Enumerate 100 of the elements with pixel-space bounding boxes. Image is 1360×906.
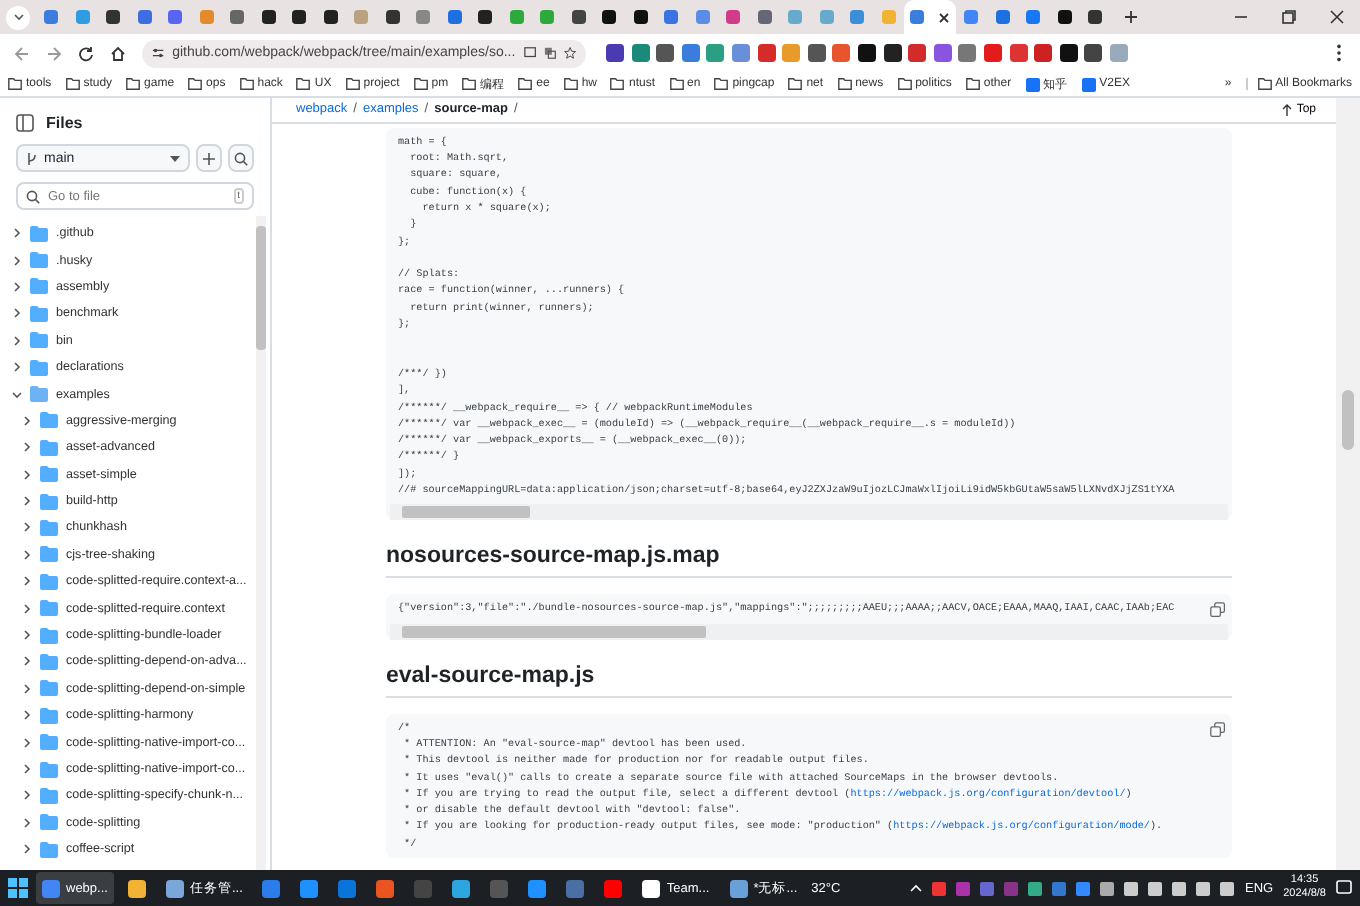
folder-icon — [30, 359, 48, 376]
folder-icon — [188, 78, 203, 90]
chevron-right-icon — [12, 281, 22, 292]
folder-icon — [714, 78, 729, 90]
section-heading: eval-source-map.js — [386, 651, 1232, 698]
caret-icon — [170, 155, 180, 161]
notification-icon[interactable] — [1336, 880, 1352, 896]
folder-icon — [40, 439, 58, 456]
folder-icon — [65, 78, 80, 90]
new-tab-button[interactable] — [1119, 5, 1143, 29]
section-heading: nosources-source-map.js.map — [386, 532, 1232, 579]
folder-icon — [610, 78, 625, 90]
translate-icon[interactable] — [543, 46, 556, 60]
page-scrollbar[interactable] — [1336, 98, 1360, 870]
folder-icon — [1257, 78, 1272, 90]
folder-icon — [30, 278, 48, 295]
folder-icon — [788, 78, 803, 90]
arrow-right-icon — [45, 45, 61, 61]
copy-icon[interactable] — [1210, 602, 1226, 619]
folder-icon — [669, 78, 683, 90]
folder-icon — [30, 252, 48, 269]
folder-icon — [296, 78, 311, 90]
folder-icon — [30, 386, 48, 403]
chevron-right-icon — [22, 710, 32, 721]
chevron-right-icon — [22, 656, 32, 667]
horizontal-scrollbar[interactable] — [390, 623, 1228, 640]
folder-icon — [40, 466, 58, 483]
folder-icon — [30, 225, 48, 242]
folder-icon — [40, 841, 58, 858]
folder-icon — [837, 78, 852, 90]
search-button[interactable] — [228, 144, 254, 172]
plus-icon — [202, 151, 216, 165]
site-icon — [1081, 77, 1096, 91]
folder-icon — [40, 707, 58, 724]
chevron-right-icon — [22, 817, 32, 828]
branch-icon — [26, 151, 38, 165]
chevron-right-icon — [12, 255, 22, 266]
folder-icon — [40, 627, 58, 644]
folder-icon — [40, 600, 58, 617]
star-icon[interactable] — [563, 46, 576, 60]
start-button[interactable] — [8, 878, 28, 898]
install-icon[interactable] — [523, 46, 536, 60]
folder-icon — [40, 412, 58, 429]
folder-icon — [40, 653, 58, 670]
chevron-down-icon — [12, 389, 22, 400]
reload-icon — [77, 45, 93, 61]
chevron-right-icon — [22, 549, 32, 560]
chevron-right-icon — [12, 335, 22, 346]
folder-icon — [40, 787, 58, 804]
chevron-right-icon — [22, 496, 32, 507]
close-icon[interactable] — [937, 11, 950, 23]
folder-icon — [897, 78, 912, 90]
add-file-button[interactable] — [196, 144, 222, 172]
menu-icon — [1336, 44, 1342, 62]
folder-icon — [345, 78, 360, 90]
plus-icon — [1124, 10, 1138, 24]
folder-icon — [40, 761, 58, 777]
chevron-right-icon — [22, 844, 32, 855]
arrow-left-icon — [13, 45, 29, 61]
folder-icon — [30, 332, 48, 349]
folder-icon — [518, 78, 533, 90]
minimize-icon — [1233, 10, 1247, 24]
folder-icon — [40, 519, 58, 536]
chevron-right-icon — [22, 630, 32, 641]
folder-icon — [413, 78, 428, 90]
folder-icon — [126, 78, 141, 90]
horizontal-scrollbar[interactable] — [390, 504, 1228, 521]
search-icon — [234, 151, 248, 165]
chevron-right-icon — [22, 737, 32, 748]
chevron-up-icon[interactable] — [910, 884, 923, 892]
folder-icon — [8, 78, 22, 90]
chevron-down-icon — [13, 12, 23, 22]
chevron-right-icon — [22, 764, 32, 774]
folder-icon — [239, 78, 254, 90]
chevron-right-icon — [12, 228, 22, 239]
copy-icon[interactable] — [1210, 721, 1226, 738]
chevron-right-icon — [22, 415, 32, 426]
sidebar-scrollbar[interactable] — [256, 216, 266, 870]
sidebar-title: Files — [46, 114, 83, 132]
site-info-icon[interactable] — [152, 46, 165, 60]
folder-icon — [30, 305, 48, 322]
folder-icon — [462, 78, 477, 90]
side-panel-icon[interactable] — [16, 114, 34, 132]
browser-tab[interactable] — [904, 0, 956, 34]
folder-icon — [40, 493, 58, 510]
chevron-right-icon — [22, 442, 32, 453]
chevron-right-icon — [22, 469, 32, 480]
folder-icon — [965, 78, 980, 90]
folder-icon — [40, 546, 58, 563]
restore-icon — [1281, 10, 1295, 24]
chevron-right-icon — [22, 576, 32, 587]
chevron-right-icon — [22, 790, 32, 801]
folder-icon — [563, 78, 578, 90]
folder-icon — [40, 680, 58, 697]
chevron-right-icon — [22, 683, 32, 694]
chevron-right-icon — [12, 362, 22, 373]
chevron-right-icon — [12, 308, 22, 319]
tab-search-button[interactable] — [6, 5, 30, 29]
site-icon — [1025, 77, 1040, 91]
home-icon — [109, 45, 125, 61]
